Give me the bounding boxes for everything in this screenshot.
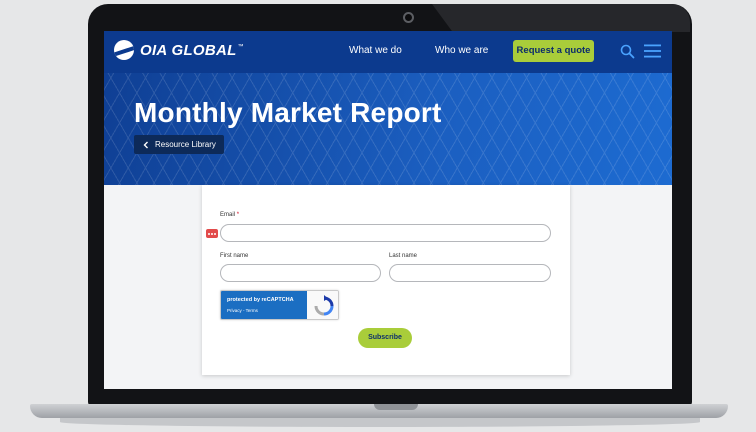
globe-icon bbox=[114, 40, 134, 60]
recaptcha-badge[interactable]: protected by reCAPTCHA Privacy - Terms bbox=[220, 290, 339, 320]
subscribe-button[interactable]: Subscribe bbox=[358, 328, 412, 348]
form-section: Email * First name Last name protected b… bbox=[104, 185, 672, 389]
laptop-screen: OIA GLOBAL ™ What we do Who we are Reque… bbox=[104, 31, 672, 389]
brand-logo[interactable]: OIA GLOBAL ™ bbox=[114, 40, 244, 60]
top-navigation: OIA GLOBAL ™ What we do Who we are Reque… bbox=[104, 31, 672, 73]
email-input[interactable] bbox=[221, 227, 550, 244]
lid-glare bbox=[432, 4, 690, 32]
laptop-shadow bbox=[60, 417, 700, 427]
hamburger-menu-icon[interactable] bbox=[644, 44, 661, 58]
last-name-input[interactable] bbox=[390, 267, 550, 284]
recaptcha-links[interactable]: Privacy - Terms bbox=[227, 308, 258, 313]
recaptcha-panel: protected by reCAPTCHA Privacy - Terms bbox=[221, 291, 307, 319]
brand-name: OIA GLOBAL bbox=[140, 41, 237, 59]
last-name-label: Last name bbox=[389, 253, 418, 259]
email-label: Email * bbox=[220, 212, 240, 218]
password-manager-icon[interactable] bbox=[206, 229, 218, 238]
subscribe-form-card: Email * First name Last name protected b… bbox=[202, 185, 570, 375]
resource-library-label: Resource Library bbox=[155, 140, 216, 149]
trademark-mark: ™ bbox=[237, 44, 244, 50]
first-name-field[interactable] bbox=[220, 264, 381, 284]
search-icon[interactable] bbox=[620, 44, 635, 59]
hero-banner: Monthly Market Report Resource Library bbox=[104, 73, 672, 185]
chevron-left-icon bbox=[143, 141, 148, 148]
recaptcha-text: protected by reCAPTCHA bbox=[227, 297, 294, 303]
first-name-label: First name bbox=[220, 253, 249, 259]
request-quote-button[interactable]: Request a quote bbox=[513, 40, 594, 62]
nav-link-who-we-are[interactable]: Who we are bbox=[435, 45, 488, 56]
resource-library-button[interactable]: Resource Library bbox=[134, 135, 224, 154]
camera-icon bbox=[403, 12, 414, 23]
page-title: Monthly Market Report bbox=[134, 97, 442, 128]
nav-link-what-we-do[interactable]: What we do bbox=[349, 45, 402, 56]
first-name-input[interactable] bbox=[221, 267, 380, 284]
last-name-field[interactable] bbox=[389, 264, 551, 284]
recaptcha-logo-area bbox=[307, 291, 338, 319]
email-field[interactable] bbox=[220, 224, 551, 244]
recaptcha-icon bbox=[314, 295, 334, 316]
laptop-notch bbox=[374, 404, 418, 410]
required-asterisk: * bbox=[236, 212, 240, 218]
